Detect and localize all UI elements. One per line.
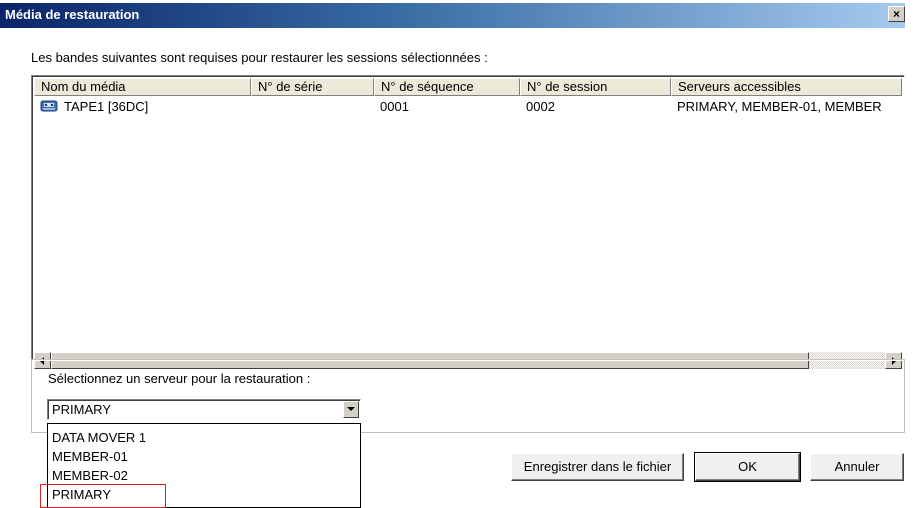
save-to-file-button[interactable]: Enregistrer dans le fichier: [511, 453, 684, 481]
server-options-list[interactable]: DATA MOVER 1 MEMBER-01 MEMBER-02 PRIMARY: [47, 423, 361, 508]
column-header-media-name[interactable]: Nom du média: [34, 78, 251, 96]
ok-button[interactable]: OK: [694, 452, 801, 482]
table-row[interactable]: TAPE1 [36DC] 0001 0002 PRIMARY, MEMBER-0…: [34, 98, 902, 116]
close-button[interactable]: ×: [888, 6, 905, 22]
tape-icon: [40, 99, 58, 113]
dropdown-button[interactable]: [343, 401, 359, 418]
list-header: Nom du média N° de série N° de séquence …: [34, 78, 902, 96]
server-selection-label: Sélectionnez un serveur pour la restaura…: [48, 371, 311, 386]
column-header-serial[interactable]: N° de série: [251, 78, 374, 96]
column-header-servers[interactable]: Serveurs accessibles: [671, 78, 902, 96]
cell-media-name: TAPE1 [36DC]: [34, 98, 251, 116]
option-member-01[interactable]: MEMBER-01: [52, 448, 128, 466]
column-header-session[interactable]: N° de session: [520, 78, 671, 96]
server-select[interactable]: PRIMARY: [47, 399, 361, 420]
server-selection-group: Sélectionnez un serveur pour la restaura…: [31, 359, 905, 433]
restore-media-dialog-page: Média de restauration × Les bandes suiva…: [0, 0, 918, 508]
chevron-down-icon: [347, 407, 355, 411]
close-icon: ×: [892, 7, 900, 21]
window-title: Média de restauration: [5, 7, 140, 22]
media-name-text: TAPE1 [36DC]: [64, 99, 149, 114]
cell-sequence: 0001: [380, 99, 409, 114]
cancel-button[interactable]: Annuler: [810, 453, 904, 481]
option-data-mover-1[interactable]: DATA MOVER 1: [52, 429, 146, 447]
cell-servers: PRIMARY, MEMBER-01, MEMBER: [677, 99, 882, 114]
server-select-value: PRIMARY: [52, 402, 111, 417]
cell-session: 0002: [526, 99, 555, 114]
option-member-02[interactable]: MEMBER-02: [52, 467, 128, 485]
media-list[interactable]: Nom du média N° de série N° de séquence …: [31, 75, 905, 372]
instruction-text: Les bandes suivantes sont requises pour …: [31, 50, 488, 65]
column-header-sequence[interactable]: N° de séquence: [374, 78, 520, 96]
cell-serial: [251, 98, 374, 116]
title-bar[interactable]: Média de restauration ×: [0, 3, 905, 28]
option-primary[interactable]: PRIMARY: [52, 486, 111, 504]
